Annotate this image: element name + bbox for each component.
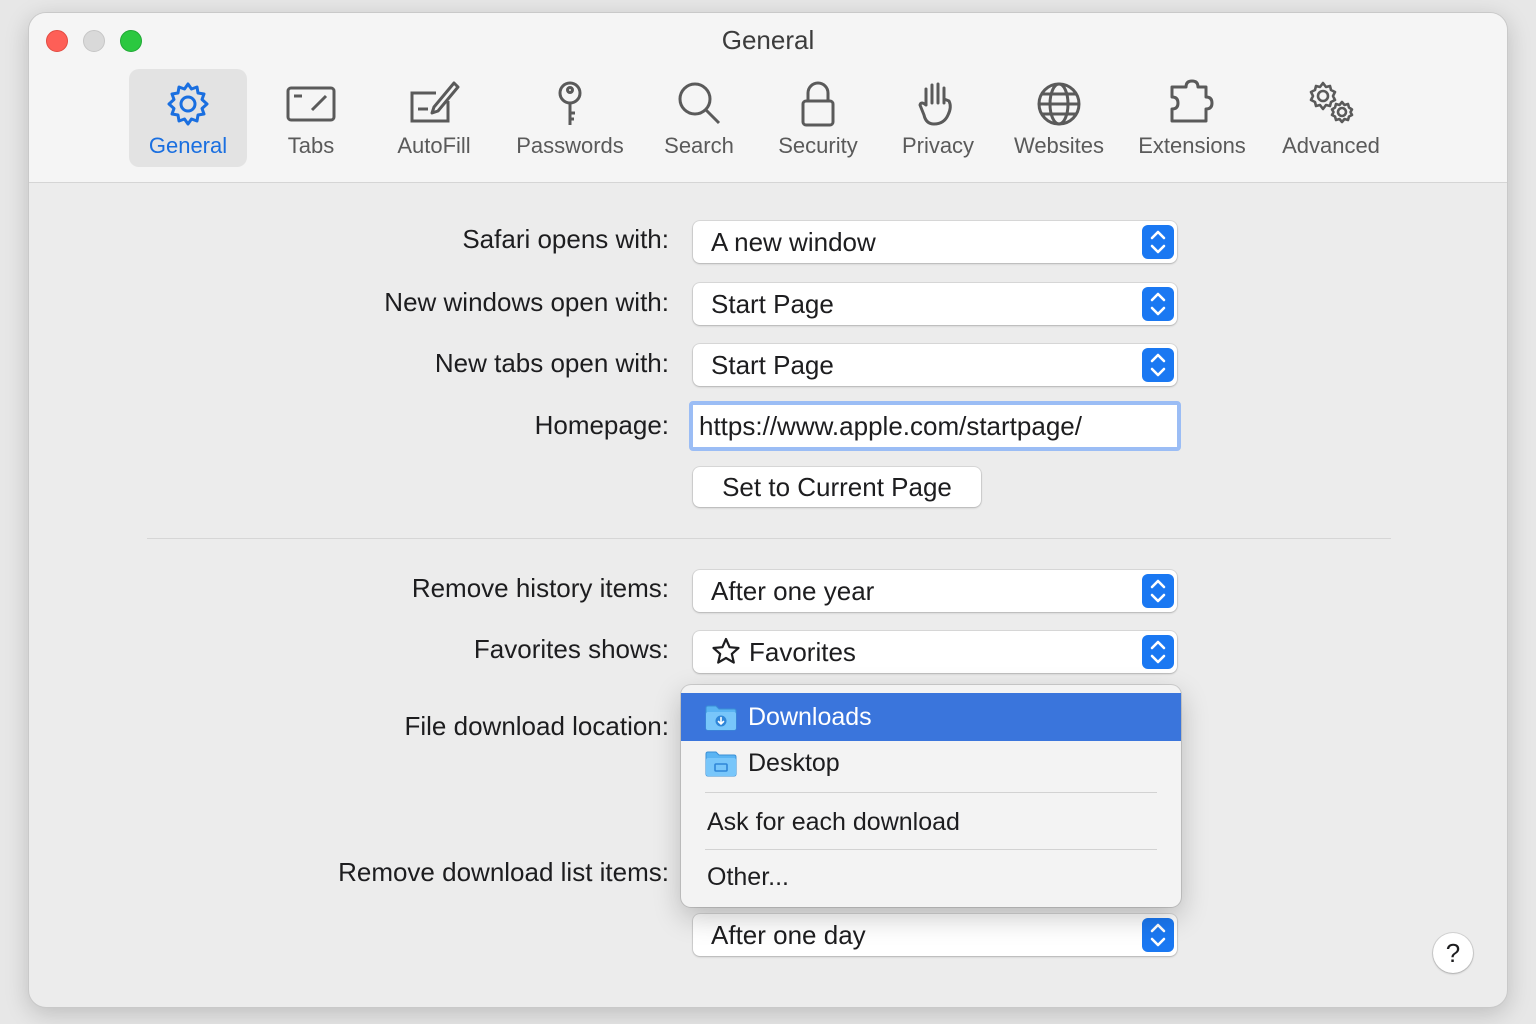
menu-item-downloads[interactable]: Downloads bbox=[681, 693, 1181, 741]
autofill-icon bbox=[408, 79, 460, 129]
tab-security-label: Security bbox=[778, 133, 858, 158]
chevron-updown-icon bbox=[1142, 287, 1174, 321]
menu-item-desktop[interactable]: Desktop bbox=[681, 739, 1181, 787]
downloads-folder-icon bbox=[705, 705, 737, 731]
tab-autofill[interactable]: AutoFill bbox=[379, 69, 489, 167]
tab-websites-label: Websites bbox=[1013, 133, 1105, 158]
tab-extensions-label: Extensions bbox=[1138, 133, 1246, 158]
favorites-shows-value-wrap: Favorites bbox=[711, 637, 856, 668]
tab-extensions[interactable]: Extensions bbox=[1129, 69, 1255, 167]
remove-history-items-value: After one year bbox=[711, 576, 875, 606]
chevron-updown-icon bbox=[1142, 635, 1174, 669]
tab-passwords-label: Passwords bbox=[516, 133, 624, 158]
puzzle-icon bbox=[1166, 79, 1218, 129]
menu-item-other[interactable]: Other... bbox=[681, 853, 1181, 901]
tab-privacy-label: Privacy bbox=[901, 133, 975, 158]
lock-icon bbox=[792, 79, 844, 129]
favorites-shows-label: Favorites shows: bbox=[473, 634, 669, 664]
tab-tabs-label: Tabs bbox=[287, 133, 335, 158]
safari-opens-with-popup[interactable]: A new window bbox=[693, 221, 1177, 263]
new-tabs-open-with-label: New tabs open with: bbox=[434, 348, 669, 378]
remove-history-items-label: Remove history items: bbox=[411, 573, 669, 603]
tab-autofill-label: AutoFill bbox=[397, 133, 471, 158]
desktop-folder-icon bbox=[705, 751, 737, 777]
homepage-input[interactable] bbox=[699, 409, 1169, 443]
safari-opens-with-value: A new window bbox=[711, 227, 876, 257]
tab-tabs[interactable]: Tabs bbox=[259, 69, 363, 167]
tab-general[interactable]: General bbox=[129, 69, 247, 167]
remove-download-list-items-popup[interactable]: After one day bbox=[693, 914, 1177, 956]
menu-item-other-label: Other... bbox=[707, 863, 789, 891]
homepage-field-frame bbox=[689, 401, 1181, 451]
chevron-updown-icon bbox=[1142, 225, 1174, 259]
new-tabs-open-with-popup[interactable]: Start Page bbox=[693, 344, 1177, 386]
remove-download-list-items-value: After one day bbox=[711, 920, 866, 950]
window-title: General bbox=[721, 25, 815, 55]
tab-security[interactable]: Security bbox=[765, 69, 871, 167]
new-windows-open-with-popup[interactable]: Start Page bbox=[693, 283, 1177, 325]
file-download-location-label: File download location: bbox=[404, 711, 670, 741]
safari-opens-with-label: Safari opens with: bbox=[462, 224, 669, 254]
set-to-current-page-button[interactable]: Set to Current Page bbox=[693, 467, 981, 507]
favorites-shows-value: Favorites bbox=[749, 637, 856, 667]
favorites-shows-popup[interactable]: Favorites bbox=[693, 631, 1177, 673]
chevron-updown-icon bbox=[1142, 918, 1174, 952]
menu-separator bbox=[705, 792, 1157, 793]
tab-advanced[interactable]: Advanced bbox=[1275, 69, 1387, 167]
tab-advanced-label: Advanced bbox=[1282, 133, 1380, 158]
hand-icon bbox=[912, 79, 964, 129]
remove-history-items-popup[interactable]: After one year bbox=[693, 570, 1177, 612]
tabs-icon bbox=[285, 79, 337, 129]
new-windows-open-with-label: New windows open with: bbox=[384, 287, 669, 317]
star-icon bbox=[712, 637, 740, 664]
chevron-updown-icon bbox=[1142, 348, 1174, 382]
menu-item-downloads-label: Downloads bbox=[748, 703, 872, 731]
preferences-window: General General Tabs AutoFill Passwords … bbox=[28, 12, 1508, 1008]
tab-privacy[interactable]: Privacy bbox=[891, 69, 985, 167]
new-tabs-open-with-value: Start Page bbox=[711, 350, 834, 380]
gears-icon bbox=[1305, 79, 1357, 129]
download-location-menu: Downloads Desktop Ask for each download … bbox=[681, 685, 1181, 907]
magnifier-icon bbox=[673, 79, 725, 129]
globe-icon bbox=[1033, 79, 1085, 129]
tab-websites[interactable]: Websites bbox=[1003, 69, 1115, 167]
tab-search-label: Search bbox=[664, 133, 734, 158]
remove-download-list-items-label: Remove download list items: bbox=[338, 857, 669, 887]
menu-item-ask-each-label: Ask for each download bbox=[707, 808, 960, 836]
section-divider bbox=[147, 538, 1391, 539]
tab-general-label: General bbox=[148, 133, 228, 158]
new-windows-open-with-value: Start Page bbox=[711, 289, 834, 319]
menu-item-desktop-label: Desktop bbox=[748, 749, 840, 777]
homepage-label: Homepage: bbox=[534, 410, 669, 440]
gear-icon bbox=[162, 79, 214, 129]
key-icon bbox=[544, 79, 596, 129]
titlebar: General General Tabs AutoFill Passwords … bbox=[29, 13, 1507, 183]
menu-separator bbox=[705, 849, 1157, 850]
menu-item-ask-each[interactable]: Ask for each download bbox=[681, 798, 1181, 846]
help-button[interactable]: ? bbox=[1433, 933, 1473, 973]
chevron-updown-icon bbox=[1142, 574, 1174, 608]
tab-search[interactable]: Search bbox=[651, 69, 747, 167]
tab-passwords[interactable]: Passwords bbox=[507, 69, 633, 167]
